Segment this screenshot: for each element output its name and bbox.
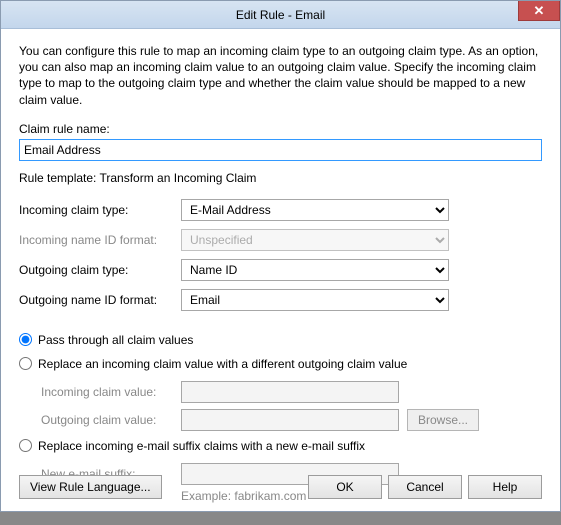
replace-suffix-radio[interactable] [19, 439, 32, 452]
cancel-button[interactable]: Cancel [388, 475, 462, 499]
outgoing-name-id-format-label: Outgoing name ID format: [19, 293, 181, 307]
outgoing-claim-value-label: Outgoing claim value: [41, 413, 181, 427]
incoming-claim-type-select[interactable]: E-Mail Address [181, 199, 449, 221]
replace-suffix-label: Replace incoming e-mail suffix claims wi… [38, 439, 365, 453]
browse-button: Browse... [407, 409, 479, 431]
replace-value-label: Replace an incoming claim value with a d… [38, 357, 407, 371]
outgoing-claim-type-select[interactable]: Name ID [181, 259, 449, 281]
incoming-name-id-format-label: Incoming name ID format: [19, 233, 181, 247]
pass-through-label: Pass through all claim values [38, 333, 193, 347]
incoming-claim-value-input [181, 381, 399, 403]
title-bar: Edit Rule - Email ✕ [1, 1, 560, 29]
intro-text: You can configure this rule to map an in… [19, 43, 542, 108]
replace-value-radio[interactable] [19, 357, 32, 370]
rule-template-label: Rule template: Transform an Incoming Cla… [19, 171, 542, 185]
help-button[interactable]: Help [468, 475, 542, 499]
outgoing-claim-value-input [181, 409, 399, 431]
ok-button[interactable]: OK [308, 475, 382, 499]
button-bar: View Rule Language... OK Cancel Help [1, 475, 560, 499]
claim-rule-name-input[interactable] [19, 139, 542, 161]
window-title: Edit Rule - Email [1, 8, 560, 22]
incoming-name-id-format-select: Unspecified [181, 229, 449, 251]
outgoing-claim-type-label: Outgoing claim type: [19, 263, 181, 277]
dialog-content: You can configure this rule to map an in… [1, 29, 560, 525]
close-icon: ✕ [534, 3, 545, 19]
view-rule-language-button[interactable]: View Rule Language... [19, 475, 162, 499]
pass-through-radio[interactable] [19, 333, 32, 346]
dialog-window: Edit Rule - Email ✕ You can configure th… [0, 0, 561, 512]
incoming-claim-type-label: Incoming claim type: [19, 203, 181, 217]
claim-rule-name-label: Claim rule name: [19, 122, 542, 136]
outgoing-name-id-format-select[interactable]: Email [181, 289, 449, 311]
close-button[interactable]: ✕ [518, 1, 560, 21]
incoming-claim-value-label: Incoming claim value: [41, 385, 181, 399]
